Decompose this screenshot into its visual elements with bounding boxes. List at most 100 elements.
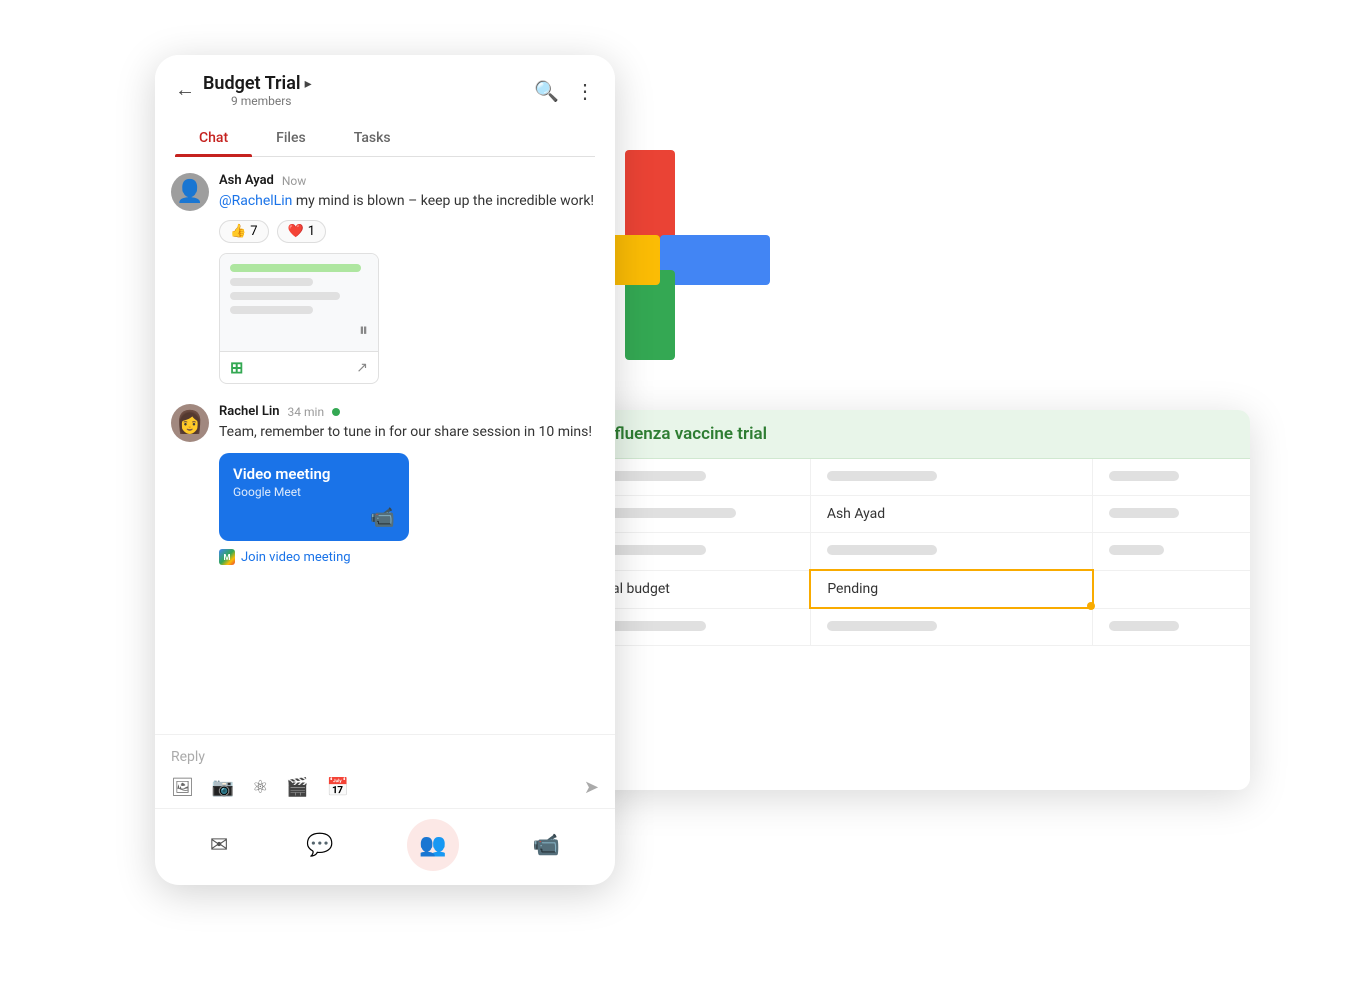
trial-budget-extra-cell [1093, 570, 1250, 608]
message-row-ash: Ash Ayad Now @RachelLin my mind is blown… [171, 173, 599, 384]
cell-2-3 [1093, 496, 1250, 533]
table-row [580, 533, 1250, 571]
message-content-rachel: Rachel Lin 34 min Team, remember to tune… [219, 404, 599, 565]
message-toolbar: 🖼 📷 ⚛ 🎬 📅 ➤ [171, 773, 599, 802]
more-menu-icon[interactable]: ⋮ [575, 79, 595, 103]
camera-icon[interactable]: 📷 [212, 777, 234, 798]
trial-budget-row: Trial budget Pending [580, 570, 1250, 608]
nav-spaces-icon[interactable]: 👥 [407, 819, 459, 871]
table-row [580, 459, 1250, 496]
join-meeting-link[interactable]: Join video meeting [241, 550, 351, 565]
attachment-footer: ⊞ ↗ [220, 351, 378, 383]
table-row [580, 608, 1250, 646]
skeleton [827, 471, 937, 481]
cell-1-3 [1093, 459, 1250, 496]
time-rachel: 34 min [288, 405, 325, 419]
reaction-heart[interactable]: ❤️ 1 [277, 220, 327, 243]
skeleton [1109, 545, 1164, 555]
tab-tasks[interactable]: Tasks [330, 120, 415, 156]
tab-chat[interactable]: Chat [175, 120, 252, 156]
attachment-icon-row: ⊞ [230, 358, 247, 377]
chat-header: ← Budget Trial ▸ 9 members 🔍 ⋮ Chat File… [155, 55, 615, 157]
back-button[interactable]: ← [175, 79, 195, 102]
cell-3-3 [1093, 533, 1250, 571]
members-count: 9 members [231, 94, 312, 108]
attachment-card[interactable]: ⏸ ⊞ ↗ [219, 253, 379, 384]
sheet-header: Influenza vaccine trial [580, 410, 1250, 459]
cell-1-2 [810, 459, 1093, 496]
avatar-rachel [171, 404, 209, 442]
heart-count: 1 [308, 224, 315, 239]
avatar-ash [171, 173, 209, 211]
join-meeting-row: M Join video meeting [219, 549, 599, 565]
skeleton-line-2 [230, 278, 313, 286]
trial-budget-value-cell[interactable]: Pending [810, 570, 1093, 608]
chat-tabs: Chat Files Tasks [175, 120, 595, 157]
cell-5-3 [1093, 608, 1250, 646]
sheet-table: Ash Ayad Trial budget Pending [580, 459, 1250, 646]
author-ash: Ash Ayad [219, 173, 274, 188]
toolbar-left-icons: 🖼 📷 ⚛ 🎬 📅 [171, 777, 349, 798]
reply-section: Reply 🖼 📷 ⚛ 🎬 📅 ➤ [155, 734, 615, 808]
message-body-ash: my mind is blown – keep up the incredibl… [296, 193, 594, 209]
cell-2-2: Ash Ayad [810, 496, 1093, 533]
video-camera-icon: 📹 [233, 505, 395, 529]
meet-logo-icon: M [219, 549, 235, 565]
video-meeting-subtitle: Google Meet [233, 485, 395, 499]
search-icon[interactable]: 🔍 [534, 79, 559, 103]
message-text-rachel: Team, remember to tune in for our share … [219, 422, 599, 443]
skeleton [1109, 471, 1179, 481]
skeleton [1109, 508, 1179, 518]
message-text-ash: @RachelLin my mind is blown – keep up th… [219, 191, 599, 212]
video-icon[interactable]: 🎬 [286, 777, 308, 798]
chat-header-left: ← Budget Trial ▸ 9 members [175, 73, 312, 108]
tab-files[interactable]: Files [252, 120, 330, 156]
external-link-icon[interactable]: ↗ [356, 360, 368, 376]
spreadsheet-panel: Influenza vaccine trial Ash Ayad [580, 410, 1250, 790]
chat-header-top: ← Budget Trial ▸ 9 members 🔍 ⋮ [175, 73, 595, 108]
green-plus-icon: ⊞ [230, 358, 243, 377]
nav-mail-icon[interactable]: ✉ [206, 829, 232, 862]
cell-3-2 [810, 533, 1093, 571]
skeleton [827, 621, 937, 631]
skeleton-line-4 [230, 306, 313, 314]
skeleton [827, 545, 937, 555]
reply-placeholder[interactable]: Reply [171, 745, 599, 773]
cell-5-2 [810, 608, 1093, 646]
header-icons: 🔍 ⋮ [534, 79, 595, 103]
attachment-preview: ⏸ [220, 254, 378, 351]
send-button[interactable]: ➤ [584, 777, 599, 798]
reaction-thumbsup[interactable]: 👍 7 [219, 220, 269, 243]
heart-emoji: ❤️ [288, 224, 304, 239]
messages-list: Ash Ayad Now @RachelLin my mind is blown… [155, 157, 615, 734]
author-rachel: Rachel Lin [219, 404, 280, 419]
chat-title-group: Budget Trial ▸ 9 members [203, 73, 312, 108]
time-ash: Now [282, 174, 306, 188]
chat-panel: ← Budget Trial ▸ 9 members 🔍 ⋮ Chat File… [155, 55, 615, 885]
emoji-icon[interactable]: ⚛ [252, 777, 268, 798]
channel-arrow: ▸ [305, 76, 312, 92]
message-meta-rachel: Rachel Lin 34 min [219, 404, 599, 419]
message-meta-ash: Ash Ayad Now [219, 173, 599, 188]
chat-title-row: Budget Trial ▸ [203, 73, 312, 94]
image-icon[interactable]: 🖼 [171, 777, 194, 798]
bottom-navigation: ✉ 💬 👥 📹 [155, 808, 615, 885]
skeleton [596, 508, 736, 518]
thumbsup-count: 7 [250, 224, 257, 239]
message-row-rachel: Rachel Lin 34 min Team, remember to tune… [171, 404, 599, 565]
skeleton [1109, 621, 1179, 631]
skeleton-line-1 [230, 264, 361, 272]
message-content-ash: Ash Ayad Now @RachelLin my mind is blown… [219, 173, 599, 384]
thumbsup-emoji: 👍 [230, 224, 246, 239]
online-indicator [332, 408, 340, 416]
reactions-ash: 👍 7 ❤️ 1 [219, 220, 599, 243]
sheet-title: Influenza vaccine trial [600, 424, 1230, 444]
mention-rachel: @RachelLin [219, 193, 292, 209]
channel-name: Budget Trial [203, 73, 301, 94]
nav-meet-icon[interactable]: 📹 [529, 829, 564, 862]
nav-chat-icon[interactable]: 💬 [302, 829, 337, 862]
video-meeting-card[interactable]: Video meeting Google Meet 📹 [219, 453, 409, 541]
video-meeting-title: Video meeting [233, 465, 395, 483]
calendar-icon[interactable]: 📅 [327, 777, 349, 798]
table-row: Ash Ayad [580, 496, 1250, 533]
